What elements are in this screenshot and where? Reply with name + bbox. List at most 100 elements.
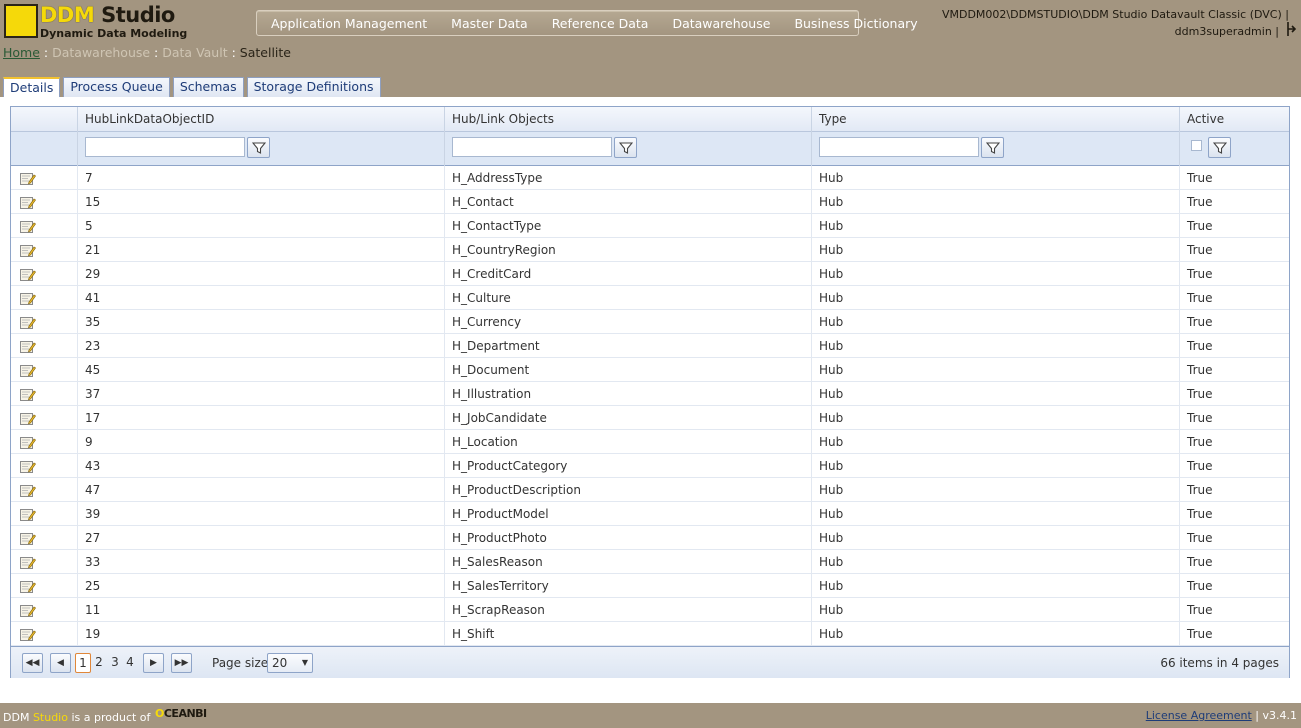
table-row[interactable]: 5 H_ContactType Hub True (11, 214, 1289, 238)
logout-icon[interactable] (1285, 20, 1297, 42)
grid-header: HubLinkDataObjectID Hub/Link Objects Typ… (11, 107, 1289, 132)
cell-active: True (1179, 526, 1289, 550)
header-active[interactable]: Active (1179, 107, 1289, 132)
page-3[interactable]: 3 (107, 653, 123, 673)
cell-id: 23 (77, 334, 444, 358)
cell-type: Hub (811, 502, 1179, 526)
cell-id: 9 (77, 430, 444, 454)
menu-reference-data[interactable]: Reference Data (552, 16, 649, 31)
menu-business-dictionary[interactable]: Business Dictionary (794, 16, 917, 31)
table-row[interactable]: 47 H_ProductDescription Hub True (11, 478, 1289, 502)
cell-id: 37 (77, 382, 444, 406)
last-page-button[interactable]: ▶▶ (171, 653, 192, 673)
tab-schemas[interactable]: Schemas (172, 77, 244, 97)
first-page-button[interactable]: ◀◀ (22, 653, 43, 673)
cell-active: True (1179, 430, 1289, 454)
cell-type: Hub (811, 382, 1179, 406)
cell-id: 15 (77, 190, 444, 214)
filter-id-input[interactable] (85, 137, 245, 157)
page-2[interactable]: 2 (91, 653, 107, 673)
cell-type: Hub (811, 286, 1179, 310)
cell-active: True (1179, 502, 1289, 526)
menu-master-data[interactable]: Master Data (451, 16, 528, 31)
filter-icon[interactable] (1208, 137, 1231, 158)
header-hublinkdataobjectid[interactable]: HubLinkDataObjectID (77, 107, 444, 132)
tab-storage-definitions[interactable]: Storage Definitions (246, 77, 381, 97)
app-footer: DDM Studio is a product of OCEANBI Licen… (0, 703, 1301, 728)
edit-cell (11, 598, 77, 622)
edit-cell (11, 574, 77, 598)
table-row[interactable]: 43 H_ProductCategory Hub True (11, 454, 1289, 478)
table-row[interactable]: 23 H_Department Hub True (11, 334, 1289, 358)
cell-object-name: H_CreditCard (444, 262, 811, 286)
cell-object-name: H_Department (444, 334, 811, 358)
cell-object-name: H_Currency (444, 310, 811, 334)
edit-cell (11, 526, 77, 550)
edit-cell (11, 334, 77, 358)
table-row[interactable]: 37 H_Illustration Hub True (11, 382, 1289, 406)
page-4[interactable]: 4 (122, 653, 138, 673)
header-type[interactable]: Type (811, 107, 1179, 132)
tab-process-queue[interactable]: Process Queue (63, 77, 170, 97)
table-row[interactable]: 17 H_JobCandidate Hub True (11, 406, 1289, 430)
filter-icon[interactable] (981, 137, 1004, 158)
grid-body: 7 H_AddressType Hub True 15 H_Contact Hub True 5… (11, 166, 1289, 646)
table-row[interactable]: 11 H_ScrapReason Hub True (11, 598, 1289, 622)
table-row[interactable]: 41 H_Culture Hub True (11, 286, 1289, 310)
edit-cell (11, 310, 77, 334)
cell-id: 39 (77, 502, 444, 526)
table-row[interactable]: 15 H_Contact Hub True (11, 190, 1289, 214)
cell-active: True (1179, 214, 1289, 238)
tab-details[interactable]: Details (3, 77, 61, 98)
prev-page-button[interactable]: ◀ (50, 653, 71, 673)
filter-edit-column (11, 132, 77, 166)
cell-id: 29 (77, 262, 444, 286)
license-agreement-link[interactable]: License Agreement (1146, 709, 1252, 722)
breadcrumb-datawarehouse: Datawarehouse (52, 45, 151, 60)
table-row[interactable]: 19 H_Shift Hub True (11, 622, 1289, 646)
next-page-button[interactable]: ▶ (143, 653, 164, 673)
edit-cell (11, 190, 77, 214)
table-row[interactable]: 35 H_Currency Hub True (11, 310, 1289, 334)
edit-cell (11, 478, 77, 502)
table-row[interactable]: 9 H_Location Hub True (11, 430, 1289, 454)
page-1[interactable]: 1 (75, 653, 91, 673)
table-row[interactable]: 29 H_CreditCard Hub True (11, 262, 1289, 286)
table-row[interactable]: 45 H_Document Hub True (11, 358, 1289, 382)
cell-object-name: H_ProductModel (444, 502, 811, 526)
menu-application-management[interactable]: Application Management (271, 16, 427, 31)
page-size-label: Page size: (212, 656, 273, 670)
table-row[interactable]: 27 H_ProductPhoto Hub True (11, 526, 1289, 550)
cell-id: 45 (77, 358, 444, 382)
filter-type-input[interactable] (819, 137, 979, 157)
cell-active: True (1179, 574, 1289, 598)
cell-type: Hub (811, 406, 1179, 430)
cell-object-name: H_Contact (444, 190, 811, 214)
cell-type: Hub (811, 550, 1179, 574)
table-row[interactable]: 39 H_ProductModel Hub True (11, 502, 1289, 526)
table-row[interactable]: 21 H_CountryRegion Hub True (11, 238, 1289, 262)
table-row[interactable]: 7 H_AddressType Hub True (11, 166, 1289, 190)
filter-icon[interactable] (247, 137, 270, 158)
filter-icon[interactable] (614, 137, 637, 158)
cell-id: 5 (77, 214, 444, 238)
filter-active-checkbox[interactable] (1191, 140, 1202, 151)
cell-type: Hub (811, 526, 1179, 550)
table-row[interactable]: 33 H_SalesReason Hub True (11, 550, 1289, 574)
table-row[interactable]: 25 H_SalesTerritory Hub True (11, 574, 1289, 598)
menu-datawarehouse[interactable]: Datawarehouse (672, 16, 770, 31)
cell-id: 47 (77, 478, 444, 502)
header-hub-link-objects[interactable]: Hub/Link Objects (444, 107, 811, 132)
cell-active: True (1179, 286, 1289, 310)
data-grid: HubLinkDataObjectID Hub/Link Objects Typ… (10, 106, 1290, 678)
edit-cell (11, 382, 77, 406)
breadcrumb-home[interactable]: Home (3, 45, 40, 60)
cell-active: True (1179, 454, 1289, 478)
cell-object-name: H_JobCandidate (444, 406, 811, 430)
filter-object-input[interactable] (452, 137, 612, 157)
page-size-select[interactable]: 20 ▼ (267, 653, 313, 673)
cell-type: Hub (811, 262, 1179, 286)
cell-active: True (1179, 598, 1289, 622)
cell-type: Hub (811, 358, 1179, 382)
details-panel: HubLinkDataObjectID Hub/Link Objects Typ… (0, 97, 1301, 703)
